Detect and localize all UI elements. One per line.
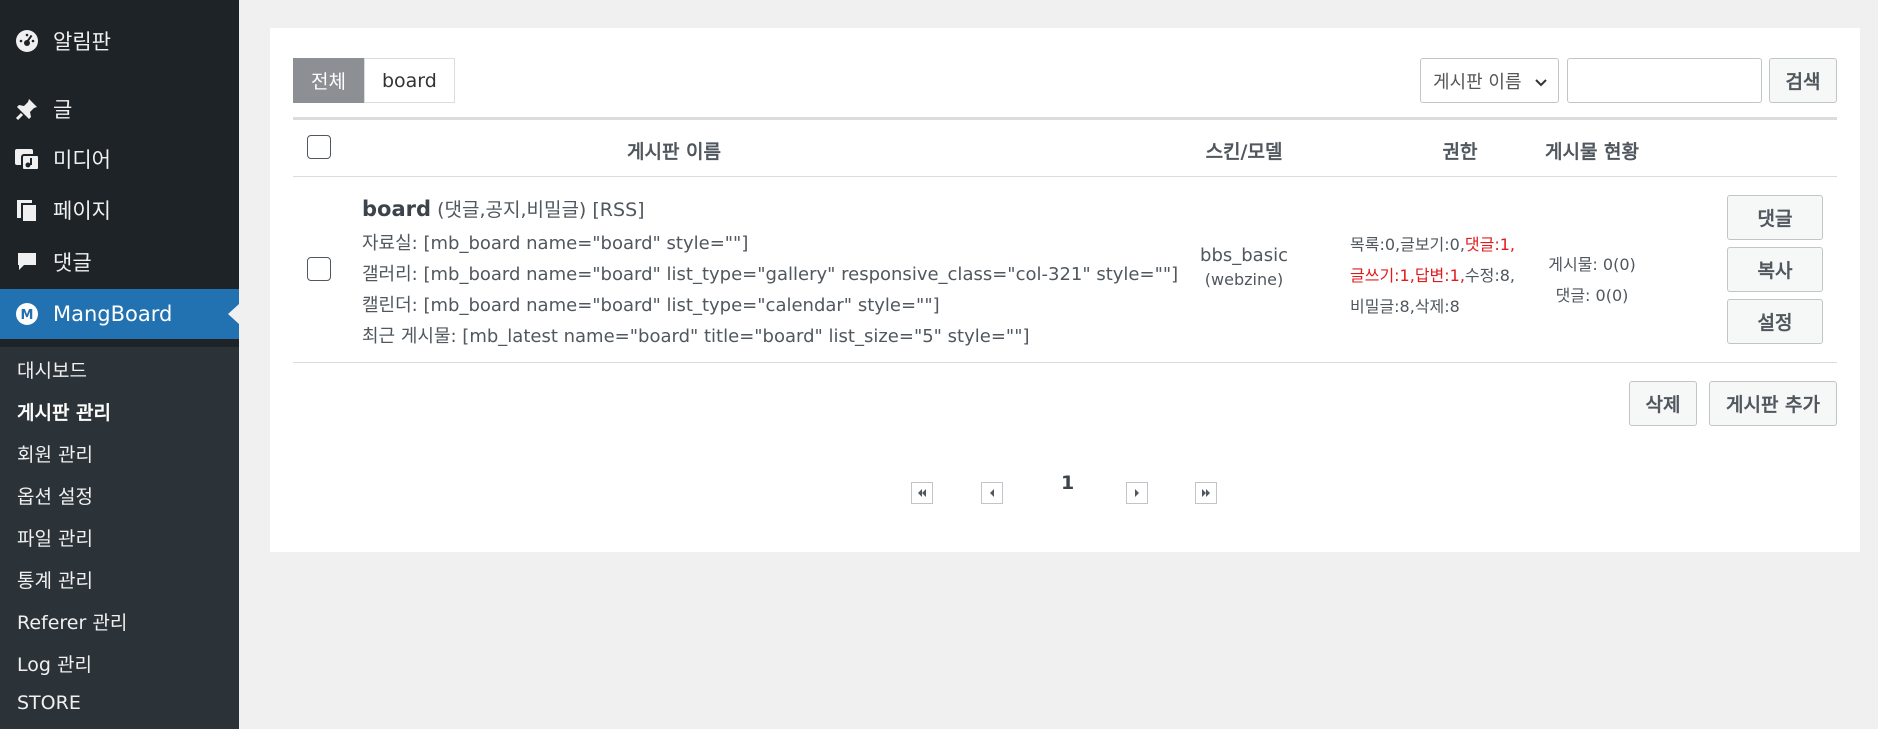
skin-name: bbs_basic <box>1200 245 1288 266</box>
pin-icon <box>13 95 41 123</box>
perm-secret-delete: 비밀글:8,삭제:8 <box>1350 297 1460 316</box>
select-all-checkbox[interactable] <box>307 135 331 159</box>
rss-link[interactable]: [RSS] <box>592 199 644 221</box>
comment-count: 댓글: 0(0) <box>1555 286 1629 305</box>
board-list-panel: 전체 board 게시판 이름 검색 게시판 이름 스킨/모델 권한 게시물 현… <box>270 28 1860 552</box>
delete-button[interactable]: 삭제 <box>1629 381 1697 426</box>
submenu-dashboard[interactable]: 대시보드 <box>17 356 87 383</box>
post-count: 게시물: 0(0) <box>1548 255 1636 274</box>
next-page-button[interactable] <box>1126 482 1148 504</box>
row-settings-button[interactable]: 설정 <box>1727 299 1823 344</box>
header-skin-model: 스킨/모델 <box>1205 141 1283 163</box>
prev-page-button[interactable] <box>981 482 1003 504</box>
shortcode-latest: 최근 게시물: [mb_latest name="board" title="b… <box>362 326 1030 347</box>
table-row: board (댓글,공지,비밀글) [RSS] 자료실: [mb_board n… <box>293 177 1837 363</box>
tab-board[interactable]: board <box>363 58 455 103</box>
pages-icon <box>13 196 41 224</box>
shortcode-archive: 자료실: [mb_board name="board" style=""] <box>362 233 749 254</box>
table-header: 게시판 이름 스킨/모델 권한 게시물 현황 <box>293 120 1837 177</box>
model-name: (webzine) <box>1204 270 1284 289</box>
submenu-option-settings[interactable]: 옵션 설정 <box>17 482 93 509</box>
tab-all[interactable]: 전체 <box>293 58 364 103</box>
submenu-board-manage[interactable]: 게시판 관리 <box>17 398 111 425</box>
board-title-line: board (댓글,공지,비밀글) [RSS] <box>362 195 645 222</box>
svg-text:M: M <box>21 308 34 323</box>
board-filter-tabs: 전체 board <box>293 58 455 103</box>
menu-item-comments[interactable]: 댓글 <box>0 237 239 287</box>
submenu-store[interactable]: STORE <box>17 692 81 714</box>
search-field-selected: 게시판 이름 <box>1433 71 1522 93</box>
board-options: (댓글,공지,비밀글) <box>437 199 587 221</box>
submenu-referer-manage[interactable]: Referer 관리 <box>17 608 127 635</box>
caret-left-icon <box>990 489 994 497</box>
search-field-select[interactable]: 게시판 이름 <box>1420 58 1559 103</box>
caret-right-icon <box>1135 489 1139 497</box>
row-checkbox[interactable] <box>307 257 331 281</box>
mangboard-submenu: 대시보드 게시판 관리 회원 관리 옵션 설정 파일 관리 통계 관리 Refe… <box>0 347 239 729</box>
header-board-name: 게시판 이름 <box>626 141 722 163</box>
menu-item-pages[interactable]: 페이지 <box>0 185 239 235</box>
skin-model: bbs_basic (webzine) <box>1200 245 1288 289</box>
dashboard-icon <box>13 27 41 55</box>
menu-item-media[interactable]: 미디어 <box>0 134 239 184</box>
submenu-member-manage[interactable]: 회원 관리 <box>17 440 93 467</box>
header-post-status: 게시물 현황 <box>1544 141 1640 163</box>
current-page[interactable]: 1 <box>1061 472 1074 494</box>
post-status: 게시물: 0(0) 댓글: 0(0) <box>1548 249 1635 311</box>
row-copy-button[interactable]: 복사 <box>1727 247 1823 292</box>
shortcode-calendar: 캘린더: [mb_board name="board" list_type="c… <box>362 295 940 316</box>
double-left-icon <box>918 489 926 497</box>
perm-list-view: 목록:0,글보기:0, <box>1350 235 1465 254</box>
submenu-log-manage[interactable]: Log 관리 <box>17 650 92 677</box>
double-right-icon <box>1202 489 1210 497</box>
header-permission: 권한 <box>1442 141 1478 163</box>
chevron-down-icon <box>1534 73 1548 94</box>
mangboard-icon: M <box>13 300 41 328</box>
add-board-button[interactable]: 게시판 추가 <box>1709 381 1837 426</box>
first-page-button[interactable] <box>911 482 933 504</box>
last-page-button[interactable] <box>1195 482 1217 504</box>
menu-item-mangboard[interactable]: M MangBoard <box>0 289 239 339</box>
board-name[interactable]: board <box>362 197 431 221</box>
search-input[interactable] <box>1567 58 1762 103</box>
media-icon <box>13 145 41 173</box>
perm-edit: 수정:8, <box>1464 266 1516 285</box>
permission-list: 목록:0,글보기:0,댓글:1, 글쓰기:1,답변:1,수정:8, 비밀글:8,… <box>1350 229 1515 322</box>
admin-sidebar: 알림판 글 미디어 페이지 댓글 M MangBoard 대시보드 게시판 관리… <box>0 0 239 729</box>
menu-item-dashboard[interactable]: 알림판 <box>0 16 239 66</box>
search-button[interactable]: 검색 <box>1769 58 1837 103</box>
submenu-stats-manage[interactable]: 통계 관리 <box>17 566 93 593</box>
perm-write-reply: 글쓰기:1,답변:1, <box>1350 266 1465 285</box>
shortcode-gallery: 갤러리: [mb_board name="board" list_type="g… <box>362 264 1179 285</box>
perm-comment: 댓글:1, <box>1464 235 1516 254</box>
row-comment-button[interactable]: 댓글 <box>1727 195 1823 240</box>
menu-item-posts[interactable]: 글 <box>0 84 239 134</box>
comments-icon <box>13 248 41 276</box>
submenu-file-manage[interactable]: 파일 관리 <box>17 524 93 551</box>
